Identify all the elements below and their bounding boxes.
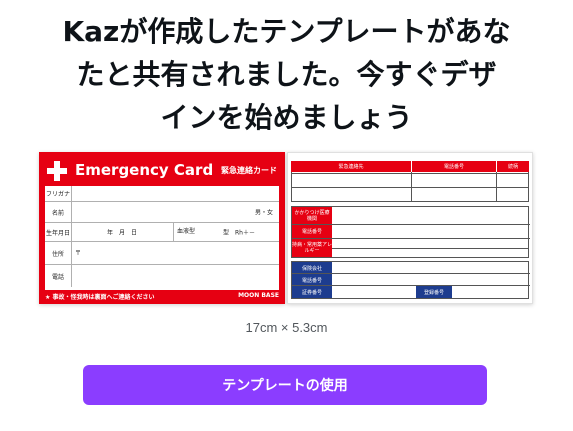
medical-table: かかりつけ医療機関 電話番号 持病・常用薬アレルギー xyxy=(291,206,530,258)
registration-label: 登録番号 xyxy=(416,286,452,298)
card-front-footer: ★ 事故・怪我時は裏面へご連絡ください MOON BASE xyxy=(45,292,279,301)
table-col xyxy=(528,172,529,202)
row-value: 年 月 日 xyxy=(107,229,138,237)
phone-header: 電話番号 xyxy=(412,161,496,172)
headline: Kazが作成したテンプレートがあな たと共有されました。今すぐデザ インを始めま… xyxy=(0,10,573,139)
use-template-button[interactable]: テンプレートの使用 xyxy=(83,365,487,405)
template-dimensions: 17cm × 5.3cm xyxy=(245,320,328,335)
card-front: Emergency Card 緊急連絡カード フリガナ 名前 男・女 生年月日 … xyxy=(39,152,285,304)
blood-type-label: 血液型 xyxy=(173,223,195,241)
row-label: 名前 xyxy=(45,202,72,222)
table-line xyxy=(332,248,528,249)
row-value: 〒 xyxy=(75,250,82,257)
table-line xyxy=(291,173,529,174)
card-subtitle: 緊急連絡カード xyxy=(221,166,277,175)
form-row: フリガナ xyxy=(45,186,279,202)
headline-line-3: インを始めましょう xyxy=(160,101,413,134)
row-label: 住所 xyxy=(45,242,72,264)
card-back: 緊急連絡先 電話番号 続柄 かかりつけ医療機関 電話番号 持病・常用薬アレルギー xyxy=(287,152,533,304)
footer-note: ★ 事故・怪我時は裏面へご連絡ください xyxy=(45,294,155,301)
table-line xyxy=(292,224,530,225)
table-line xyxy=(292,238,530,239)
table-col xyxy=(411,172,412,202)
medical-cross-icon xyxy=(47,161,67,181)
row-label: フリガナ xyxy=(45,186,72,201)
card-front-header: Emergency Card 緊急連絡カード xyxy=(45,158,279,184)
row-label: 生年月日 xyxy=(45,223,72,241)
card-title: Emergency Card xyxy=(75,161,214,179)
contact-header: 緊急連絡先 xyxy=(291,161,411,172)
relation-header: 続柄 xyxy=(497,161,529,172)
headline-line-1: Kazが作成したテンプレートがあな xyxy=(62,15,511,48)
medical-label: 電話番号 xyxy=(292,225,332,238)
template-share-page: Kazが作成したテンプレートがあな たと共有されました。今すぐデザ インを始めま… xyxy=(0,0,573,431)
blood-type-value: 型 Rh＋－ xyxy=(223,229,255,237)
template-preview: Emergency Card 緊急連絡カード フリガナ 名前 男・女 生年月日 … xyxy=(39,152,533,308)
form-row: 生年月日 年 月 日 血液型 型 Rh＋－ xyxy=(45,223,279,242)
form-row: 電話 xyxy=(45,265,279,287)
row-label: 電話 xyxy=(45,265,72,287)
medical-label: かかりつけ医療機関 xyxy=(292,207,332,224)
table-line xyxy=(291,187,529,188)
form-row: 住所 〒 xyxy=(45,242,279,265)
medical-label: 持病・常用薬アレルギー xyxy=(292,239,332,257)
card-front-form: フリガナ 名前 男・女 生年月日 年 月 日 血液型 型 Rh＋－ 住所 〒 電… xyxy=(45,186,279,290)
table-line xyxy=(292,273,530,274)
table-line xyxy=(292,285,530,286)
table-col xyxy=(291,172,292,202)
contact-table: 緊急連絡先 電話番号 続柄 xyxy=(291,161,529,202)
insurance-label: 証券番号 xyxy=(292,286,332,298)
form-row: 名前 男・女 xyxy=(45,202,279,223)
headline-line-2: たと共有されました。今すぐデザ xyxy=(76,58,497,91)
table-col xyxy=(496,172,497,202)
insurance-table: 保険会社 電話番号 証券番号 登録番号 xyxy=(291,261,530,299)
brand-label: MOON BASE xyxy=(238,292,279,299)
table-line xyxy=(291,201,529,202)
row-value: 男・女 xyxy=(254,209,273,217)
